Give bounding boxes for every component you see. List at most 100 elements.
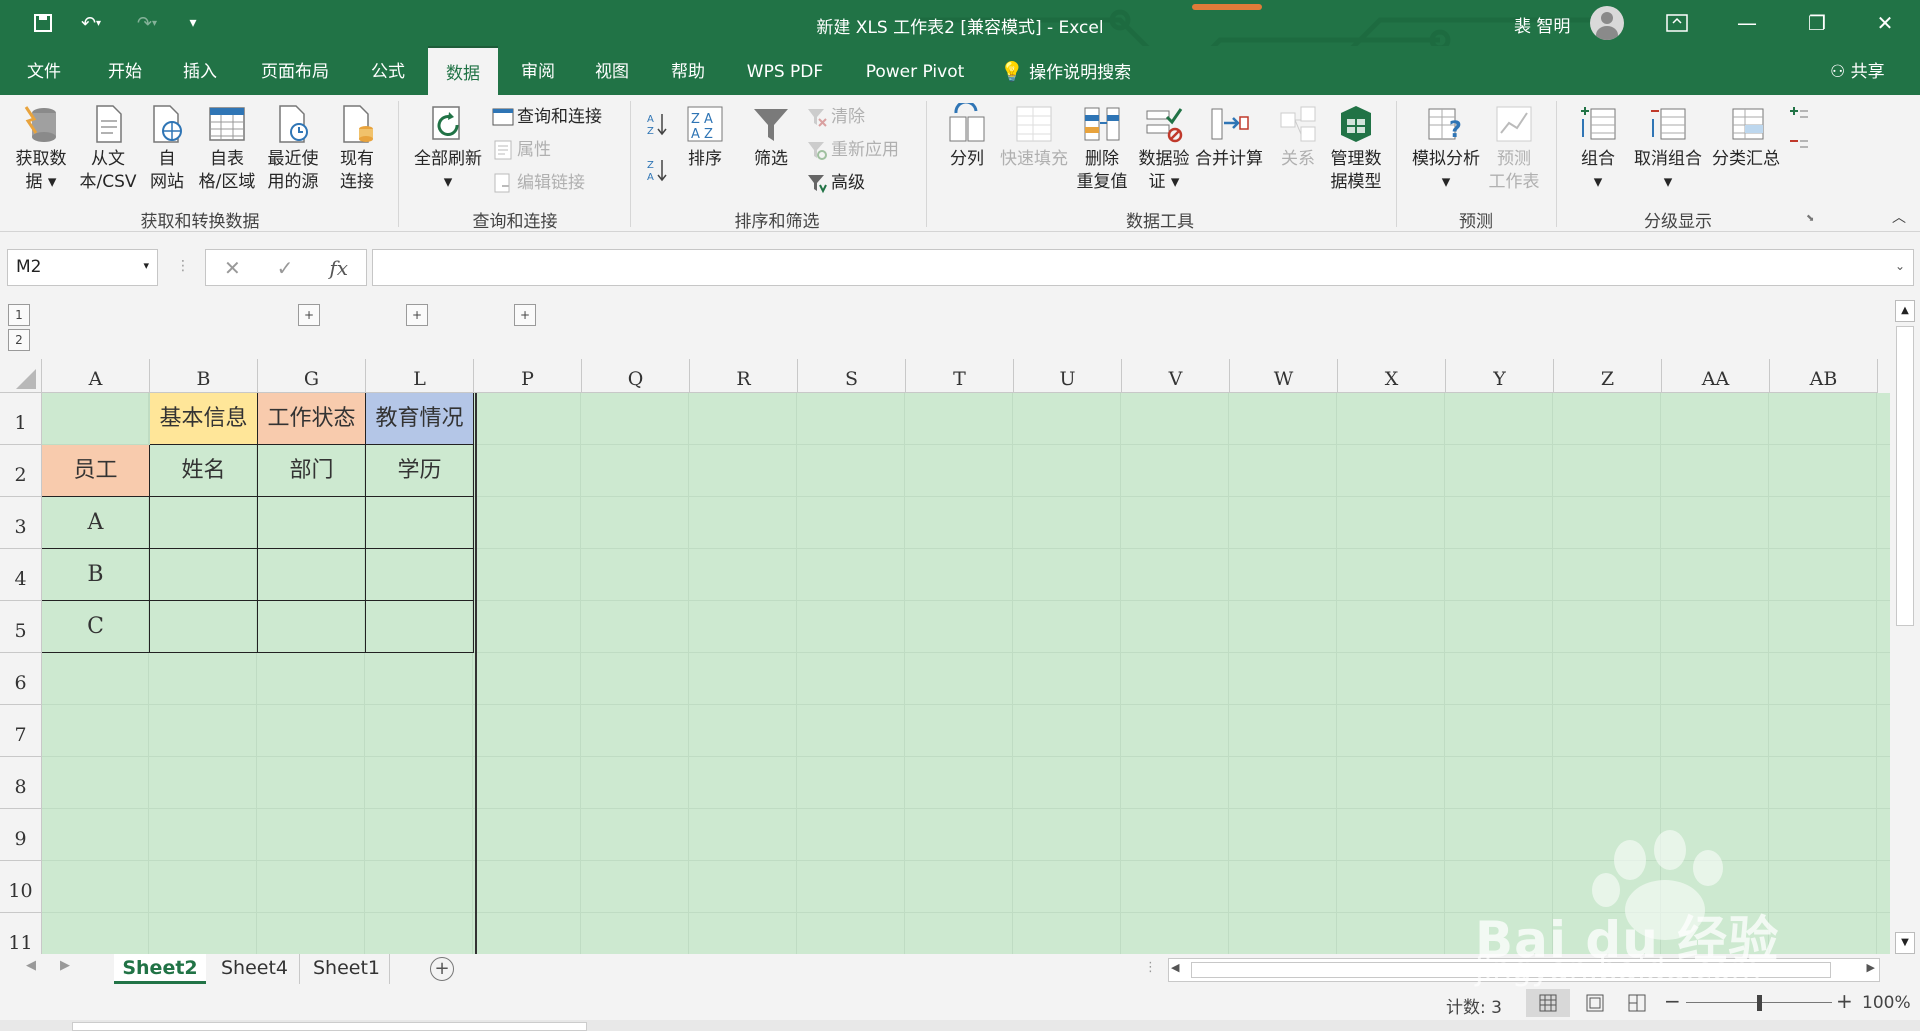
column-header[interactable]: R bbox=[690, 359, 798, 393]
cell-b4[interactable] bbox=[150, 549, 258, 601]
from-web-button[interactable]: 自网站 bbox=[142, 103, 192, 194]
column-header[interactable]: AA bbox=[1662, 359, 1770, 393]
next-sheet-icon[interactable]: ▶ bbox=[60, 958, 70, 973]
column-header[interactable]: Z bbox=[1554, 359, 1662, 393]
column-header[interactable]: S bbox=[798, 359, 906, 393]
insert-function-icon[interactable]: fx bbox=[329, 256, 348, 280]
filter-button[interactable]: 筛选 bbox=[746, 103, 796, 171]
chevron-down-icon[interactable]: ▾ bbox=[143, 259, 149, 272]
tab-power-pivot[interactable]: Power Pivot bbox=[855, 46, 975, 95]
scroll-right-icon[interactable]: ▶ bbox=[1867, 961, 1875, 974]
flash-fill-button[interactable]: 快速填充 bbox=[996, 103, 1072, 171]
sort-button[interactable]: Z AA Z 排序 bbox=[680, 103, 730, 171]
row-header[interactable]: 9 bbox=[0, 809, 42, 861]
column-header[interactable]: P bbox=[474, 359, 582, 393]
outline-level-1-button[interactable]: 1 bbox=[8, 304, 30, 326]
cell-a1[interactable] bbox=[42, 393, 150, 445]
column-header[interactable]: U bbox=[1014, 359, 1122, 393]
column-header[interactable]: G bbox=[258, 359, 366, 393]
close-icon[interactable]: ✕ bbox=[1860, 5, 1910, 41]
text-to-columns-button[interactable]: 分列 bbox=[942, 103, 992, 171]
column-header[interactable]: V bbox=[1122, 359, 1230, 393]
tab-home[interactable]: 开始 bbox=[95, 46, 155, 95]
sheet-tab[interactable]: Sheet4 bbox=[210, 954, 300, 984]
queries-connections-button[interactable]: 查询和连接 bbox=[492, 104, 602, 130]
zoom-in-icon[interactable]: + bbox=[1836, 989, 1853, 1013]
sheet-tab[interactable]: Sheet2 bbox=[114, 954, 206, 984]
normal-view-icon[interactable] bbox=[1526, 989, 1570, 1017]
cell-g4[interactable] bbox=[258, 549, 366, 601]
cancel-icon[interactable]: ✕ bbox=[224, 256, 241, 280]
prev-sheet-icon[interactable]: ◀ bbox=[26, 958, 36, 973]
row-header[interactable]: 3 bbox=[0, 497, 42, 549]
zoom-out-icon[interactable]: − bbox=[1664, 989, 1681, 1013]
row-header[interactable]: 5 bbox=[0, 601, 42, 653]
cell-l2[interactable]: 学历 bbox=[366, 445, 474, 497]
cell-a5[interactable]: C bbox=[42, 601, 150, 653]
column-header[interactable]: X bbox=[1338, 359, 1446, 393]
cell-l5[interactable] bbox=[366, 601, 474, 653]
column-header[interactable]: T bbox=[906, 359, 1014, 393]
cell-b3[interactable] bbox=[150, 497, 258, 549]
tab-wps-pdf[interactable]: WPS PDF bbox=[735, 46, 835, 95]
cell-g3[interactable] bbox=[258, 497, 366, 549]
column-header[interactable]: A bbox=[42, 359, 150, 393]
reapply-button[interactable]: 重新应用 bbox=[806, 137, 899, 163]
tab-page-layout[interactable]: 页面布局 bbox=[250, 46, 340, 95]
column-header[interactable]: B bbox=[150, 359, 258, 393]
tab-split-icon[interactable]: ⋮ bbox=[1144, 960, 1157, 975]
expand-group-button[interactable]: + bbox=[406, 304, 428, 326]
tab-data[interactable]: 数据 bbox=[428, 46, 498, 95]
row-header[interactable]: 11 bbox=[0, 913, 42, 954]
forecast-sheet-button[interactable]: 预测 工作表 bbox=[1486, 103, 1542, 194]
scroll-thumb[interactable] bbox=[1896, 326, 1914, 626]
row-header[interactable]: 4 bbox=[0, 549, 42, 601]
column-header[interactable]: W bbox=[1230, 359, 1338, 393]
cell-area[interactable]: 基本信息 工作状态 教育情况 员工 姓名 部门 学历 A B C bbox=[42, 393, 1890, 954]
expand-formula-icon[interactable]: ⌄ bbox=[1895, 259, 1905, 273]
select-all-corner[interactable] bbox=[0, 359, 42, 393]
column-header[interactable]: L bbox=[366, 359, 474, 393]
show-detail-icon[interactable] bbox=[1788, 103, 1810, 129]
cell-a4[interactable]: B bbox=[42, 549, 150, 601]
recent-sources-button[interactable]: 最近使 用的源 bbox=[262, 103, 324, 194]
tell-me-search[interactable]: 💡 操作说明搜索 bbox=[1000, 46, 1131, 95]
clear-button[interactable]: 清除 bbox=[806, 104, 865, 130]
user-name[interactable]: 裴 智明 bbox=[1514, 12, 1570, 37]
manage-data-model-button[interactable]: 管理数 据模型 bbox=[1326, 103, 1386, 194]
cell-l4[interactable] bbox=[366, 549, 474, 601]
tab-help[interactable]: 帮助 bbox=[658, 46, 718, 95]
get-data-button[interactable]: 获取数据 ▾ bbox=[10, 103, 72, 194]
page-layout-view-icon[interactable] bbox=[1580, 989, 1610, 1017]
hide-detail-icon[interactable] bbox=[1788, 133, 1810, 159]
tab-review[interactable]: 审阅 bbox=[508, 46, 568, 95]
remove-duplicates-button[interactable]: 删除 重复值 bbox=[1074, 103, 1130, 194]
zoom-slider-thumb[interactable] bbox=[1757, 995, 1762, 1011]
cell-a3[interactable]: A bbox=[42, 497, 150, 549]
what-if-analysis-button[interactable]: ? 模拟分析 ▾ bbox=[1408, 103, 1484, 194]
cell-b1[interactable]: 基本信息 bbox=[150, 393, 258, 445]
add-sheet-icon[interactable]: + bbox=[430, 957, 454, 981]
relationships-button[interactable]: 关系 bbox=[1272, 103, 1324, 171]
sort-ascending-icon[interactable]: AZ bbox=[646, 111, 668, 137]
tab-insert[interactable]: 插入 bbox=[170, 46, 230, 95]
edit-links-button[interactable]: 编辑链接 bbox=[492, 170, 585, 196]
cell-l1[interactable]: 教育情况 bbox=[366, 393, 474, 445]
row-header[interactable]: 10 bbox=[0, 861, 42, 913]
collapse-ribbon-icon[interactable]: ︿ bbox=[1892, 207, 1906, 227]
refresh-all-button[interactable]: 全部刷新 ▾ bbox=[410, 103, 486, 194]
scroll-down-icon[interactable]: ▼ bbox=[1895, 932, 1915, 954]
row-header[interactable]: 7 bbox=[0, 705, 42, 757]
from-table-button[interactable]: 自表 格/区域 bbox=[194, 103, 260, 194]
row-header[interactable]: 6 bbox=[0, 653, 42, 705]
enter-icon[interactable]: ✓ bbox=[277, 256, 294, 280]
cell-l3[interactable] bbox=[366, 497, 474, 549]
tab-formulas[interactable]: 公式 bbox=[358, 46, 418, 95]
row-header[interactable]: 1 bbox=[0, 393, 42, 445]
tab-view[interactable]: 视图 bbox=[582, 46, 642, 95]
row-header[interactable]: 2 bbox=[0, 445, 42, 497]
consolidate-button[interactable]: 合并计算 bbox=[1192, 103, 1266, 171]
expand-group-button[interactable]: + bbox=[514, 304, 536, 326]
column-header[interactable]: Q bbox=[582, 359, 690, 393]
expand-group-button[interactable]: + bbox=[298, 304, 320, 326]
